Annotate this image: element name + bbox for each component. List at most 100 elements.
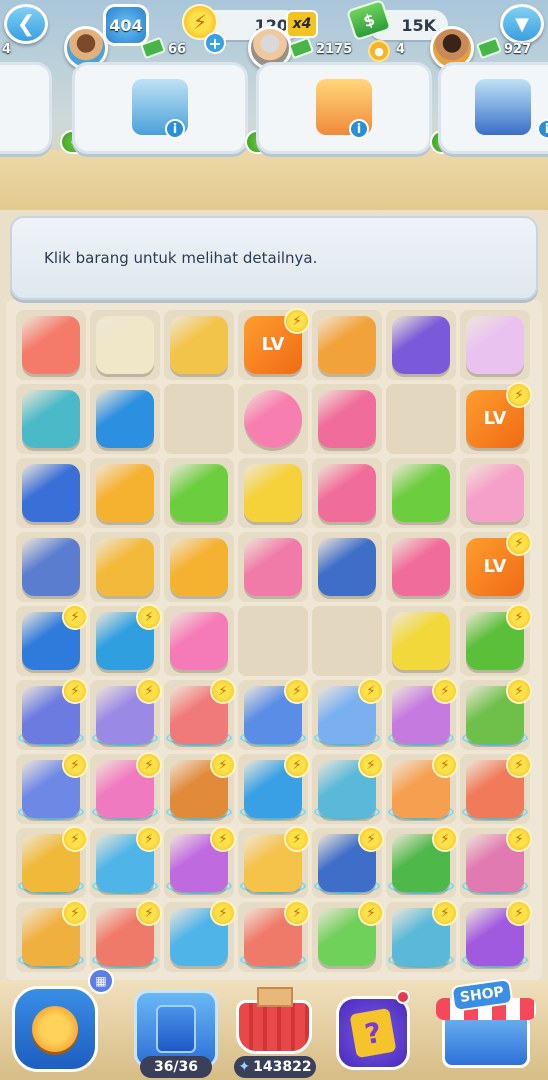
board-cell[interactable]: ⚡: [164, 754, 234, 824]
board-cell[interactable]: ⚡: [238, 828, 308, 898]
menu-button[interactable]: ▼: [500, 4, 544, 44]
info-icon[interactable]: i: [537, 119, 548, 139]
saxophone-item[interactable]: [244, 538, 302, 596]
gold-necklace-item[interactable]: [170, 316, 228, 374]
accordion-item[interactable]: [392, 538, 450, 596]
board-cell[interactable]: [164, 310, 234, 380]
order-card[interactable]: i: [72, 62, 248, 154]
board-cell[interactable]: [312, 310, 382, 380]
board-cell[interactable]: ⚡: [164, 680, 234, 750]
board-cell[interactable]: [312, 458, 382, 528]
board-cell[interactable]: [16, 458, 86, 528]
board-cell[interactable]: ⚡: [386, 680, 456, 750]
board-cell[interactable]: [312, 532, 382, 602]
board-cell[interactable]: ⚡: [386, 902, 456, 972]
board-cell[interactable]: ⚡: [312, 754, 382, 824]
board-cell[interactable]: [386, 606, 456, 676]
basket-button[interactable]: [232, 987, 316, 1062]
drum-item[interactable]: [318, 538, 376, 596]
sapphire-earrings-item[interactable]: [22, 464, 80, 522]
board-cell[interactable]: [460, 458, 530, 528]
board-cell[interactable]: ⚡: [238, 902, 308, 972]
board-cell[interactable]: ⚡: [164, 828, 234, 898]
pearl-earrings-item[interactable]: [96, 316, 154, 374]
trophy-button[interactable]: [12, 986, 98, 1072]
board-cell[interactable]: [386, 532, 456, 602]
board-cell[interactable]: ⚡: [460, 902, 530, 972]
order-card[interactable]: i: [438, 62, 548, 154]
board-cell[interactable]: ⚡: [16, 606, 86, 676]
board-cell[interactable]: [238, 606, 308, 676]
order-card[interactable]: i: [256, 62, 432, 154]
board-cell[interactable]: [312, 384, 382, 454]
board-cell[interactable]: ⚡: [312, 680, 382, 750]
fruit-basket-item[interactable]: [318, 316, 376, 374]
swim-ring-item[interactable]: [244, 390, 302, 448]
tent-item[interactable]: [96, 390, 154, 448]
rose-bouquet-item[interactable]: [244, 464, 302, 522]
board-cell[interactable]: ⚡: [312, 902, 382, 972]
board-cell[interactable]: ⚡: [16, 680, 86, 750]
butterfly-item[interactable]: [170, 612, 228, 670]
board-cell[interactable]: ⚡: [460, 754, 530, 824]
board-cell[interactable]: ⚡: [90, 902, 160, 972]
tennis-racket-item[interactable]: [22, 390, 80, 448]
board-cell[interactable]: ⚡: [90, 828, 160, 898]
energy-multiplier[interactable]: x4: [286, 10, 318, 38]
diamond-earrings-item[interactable]: [22, 538, 80, 596]
board-cell[interactable]: ⚡: [460, 606, 530, 676]
board-cell[interactable]: [90, 310, 160, 380]
glove-item[interactable]: [392, 316, 450, 374]
trumpet-item[interactable]: [466, 464, 524, 522]
guitar-item[interactable]: [318, 464, 376, 522]
guitar-item[interactable]: [318, 390, 376, 448]
board-cell[interactable]: ⚡: [90, 606, 160, 676]
board-cell[interactable]: ⚡: [238, 680, 308, 750]
board-cell[interactable]: ⚡: [16, 828, 86, 898]
shop-button[interactable]: SHOP: [434, 977, 538, 1072]
board-cell[interactable]: ⚡: [312, 828, 382, 898]
board-cell[interactable]: [164, 532, 234, 602]
board-cell[interactable]: [312, 606, 382, 676]
bread-item[interactable]: [170, 538, 228, 596]
board-cell[interactable]: ⚡: [460, 532, 530, 602]
board-cell[interactable]: [164, 384, 234, 454]
mystery-card-button[interactable]: ?: [336, 996, 410, 1070]
board-cell[interactable]: [386, 310, 456, 380]
board-cell[interactable]: [90, 384, 160, 454]
sushi-item[interactable]: [22, 316, 80, 374]
board-cell[interactable]: ⚡: [386, 754, 456, 824]
board-cell[interactable]: ⚡: [90, 754, 160, 824]
board-cell[interactable]: [90, 532, 160, 602]
level-badge[interactable]: 404: [103, 4, 149, 46]
board-cell[interactable]: [16, 384, 86, 454]
gift-icon[interactable]: ▦: [88, 968, 114, 994]
bread-item[interactable]: [96, 464, 154, 522]
high-chair-item[interactable]: [392, 464, 450, 522]
board-cell[interactable]: ⚡: [16, 754, 86, 824]
board-cell[interactable]: ⚡: [460, 680, 530, 750]
board-cell[interactable]: [460, 310, 530, 380]
board-cell[interactable]: [164, 458, 234, 528]
board-cell[interactable]: [386, 384, 456, 454]
info-icon[interactable]: i: [349, 119, 369, 139]
board-cell[interactable]: [238, 458, 308, 528]
board-cell[interactable]: ⚡: [238, 754, 308, 824]
board-cell[interactable]: ⚡: [238, 310, 308, 380]
board-cell[interactable]: [386, 458, 456, 528]
board-cell[interactable]: [238, 532, 308, 602]
board-cell[interactable]: [16, 310, 86, 380]
board-cell[interactable]: [90, 458, 160, 528]
board-cell[interactable]: ⚡: [90, 680, 160, 750]
board-cell[interactable]: ⚡: [460, 828, 530, 898]
board-cell[interactable]: [238, 384, 308, 454]
board-cell[interactable]: ⚡: [16, 902, 86, 972]
back-button[interactable]: ❮: [4, 4, 48, 44]
wind-chime-item[interactable]: [96, 538, 154, 596]
butterfly-item[interactable]: [392, 612, 450, 670]
board-cell[interactable]: [164, 606, 234, 676]
add-energy-button[interactable]: +: [204, 32, 226, 54]
order-card-partial[interactable]: [0, 62, 52, 154]
scissors-item[interactable]: [466, 316, 524, 374]
info-icon[interactable]: i: [165, 119, 185, 139]
